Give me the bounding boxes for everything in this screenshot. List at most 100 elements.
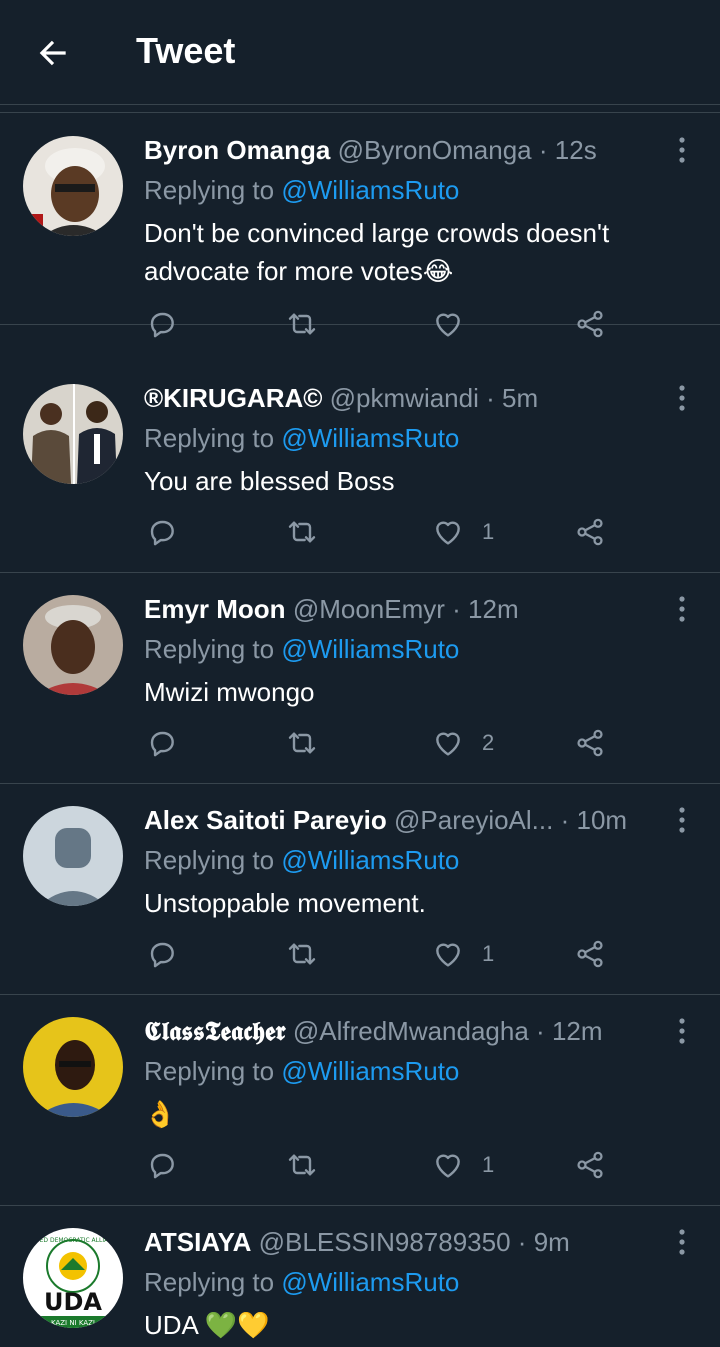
reply-icon (150, 731, 174, 757)
like-button[interactable]: 2 (432, 723, 494, 763)
timestamp[interactable]: 12m (468, 594, 519, 624)
replying-to-label: Replying to (144, 1267, 275, 1297)
more-vertical-icon[interactable] (670, 134, 694, 166)
author-name[interactable]: ®KIRUGARA© (144, 383, 322, 413)
share-icon (577, 1151, 603, 1179)
reply-tweet[interactable]: Emyr Moon @MoonEmyr · 12m Replying to @W… (0, 573, 720, 784)
share-button[interactable] (574, 304, 606, 344)
author-handle[interactable]: @pkmwiandi (330, 383, 479, 413)
retweet-icon (288, 1154, 316, 1176)
replying-to-handle[interactable]: @WilliamsRuto (281, 175, 459, 205)
timestamp[interactable]: 10m (576, 805, 627, 835)
share-button[interactable] (574, 723, 606, 763)
author-name[interactable]: Emyr Moon (144, 594, 286, 624)
share-button[interactable] (574, 934, 606, 974)
replying-to: Replying to @WilliamsRuto (144, 172, 459, 208)
tweet-header: 𝕮𝖑𝖆𝖘𝖘𝕿𝖊𝖆𝖈𝖍𝖊𝖗 @AlfredMwandagha · 12m (144, 1013, 664, 1049)
author-name[interactable]: Alex Saitoti Pareyio (144, 805, 387, 835)
replying-to: Replying to @WilliamsRuto (144, 842, 459, 878)
author-handle[interactable]: @ByronOmanga (338, 135, 532, 165)
heart-icon (436, 521, 460, 545)
more-vertical-icon[interactable] (670, 1015, 694, 1047)
separator-dot: · (486, 383, 495, 413)
share-button[interactable] (574, 1145, 606, 1185)
retweet-icon (288, 943, 316, 965)
like-button[interactable]: 1 (432, 1145, 494, 1185)
avatar[interactable] (23, 136, 123, 236)
retweet-button[interactable] (286, 934, 318, 974)
retweet-button[interactable] (286, 723, 318, 763)
like-button[interactable] (432, 304, 482, 344)
heart-icon (436, 943, 460, 967)
reply-tweet[interactable]: Alex Saitoti Pareyio @PareyioAl... · 10m… (0, 784, 720, 995)
replying-to-handle[interactable]: @WilliamsRuto (281, 1267, 459, 1297)
author-name[interactable]: ATSIAYA (144, 1227, 251, 1257)
tweet-text: Unstoppable movement. (144, 888, 426, 918)
replying-to-label: Replying to (144, 1056, 275, 1086)
reply-button[interactable] (146, 304, 178, 344)
avatar[interactable] (23, 384, 123, 484)
author-handle[interactable]: @MoonEmyr (293, 594, 445, 624)
tweet-header: Alex Saitoti Pareyio @PareyioAl... · 10m (144, 802, 664, 838)
avatar[interactable] (23, 595, 123, 695)
more-vertical-icon[interactable] (670, 593, 694, 625)
replying-to: Replying to @WilliamsRuto (144, 631, 459, 667)
replying-to-handle[interactable]: @WilliamsRuto (281, 845, 459, 875)
reply-tweet[interactable]: 𝕮𝖑𝖆𝖘𝖘𝕿𝖊𝖆𝖈𝖍𝖊𝖗 @AlfredMwandagha · 12m Repl… (0, 995, 720, 1206)
tweet-text: Don't be convinced large crowds doesn't … (144, 218, 610, 286)
heart-icon (436, 1154, 460, 1178)
reply-button[interactable] (146, 512, 178, 552)
arrow-left-icon[interactable] (34, 34, 72, 72)
more-vertical-icon[interactable] (670, 382, 694, 414)
separator-dot: · (560, 805, 570, 835)
share-button[interactable] (574, 512, 606, 552)
reply-tweet[interactable]: Byron Omanga @ByronOmanga · 12s Replying… (0, 114, 720, 338)
avatar[interactable] (23, 1017, 123, 1117)
reply-button[interactable] (146, 934, 178, 974)
like-button[interactable]: 1 (432, 934, 494, 974)
avatar[interactable] (23, 806, 123, 906)
reply-icon (150, 312, 174, 338)
logo-text: UDA (44, 1288, 102, 1316)
logo-bottom-text: KAZI NI KAZI (51, 1319, 95, 1327)
author-name[interactable]: Byron Omanga (144, 135, 330, 165)
more-vertical-icon[interactable] (670, 1226, 694, 1258)
replying-to-handle[interactable]: @WilliamsRuto (281, 634, 459, 664)
tweet-text: UDA 💚💛 (144, 1310, 270, 1340)
logo-top-text: UNITED DEMOCRATIC ALLIANCE (25, 1237, 121, 1244)
tweet-header: Emyr Moon @MoonEmyr · 12m (144, 591, 664, 627)
timestamp[interactable]: 12s (555, 135, 597, 165)
tweet-actions (144, 304, 624, 344)
like-button[interactable]: 1 (432, 512, 494, 552)
reply-icon (150, 942, 174, 968)
top-bar: Tweet (0, 0, 720, 105)
tweet-header: ®KIRUGARA© @pkmwiandi · 5m (144, 380, 664, 416)
replying-to-label: Replying to (144, 845, 275, 875)
retweet-button[interactable] (286, 512, 318, 552)
avatar[interactable]: UNITED DEMOCRATIC ALLIANCE UDA KAZI NI K… (23, 1228, 123, 1328)
retweet-icon (288, 521, 316, 543)
author-name[interactable]: 𝕮𝖑𝖆𝖘𝖘𝕿𝖊𝖆𝖈𝖍𝖊𝖗 (144, 1016, 286, 1046)
timestamp[interactable]: 9m (534, 1227, 570, 1257)
reply-button[interactable] (146, 723, 178, 763)
replying-to-handle[interactable]: @WilliamsRuto (281, 1056, 459, 1086)
retweet-button[interactable] (286, 304, 318, 344)
tweet-header: ATSIAYA @BLESSIN98789350 · 9m (144, 1224, 664, 1260)
replying-to: Replying to @WilliamsRuto (144, 1264, 459, 1300)
timestamp[interactable]: 5m (502, 383, 538, 413)
tweet-actions: 1 (144, 512, 624, 552)
author-handle[interactable]: @BLESSIN98789350 (259, 1227, 511, 1257)
retweet-button[interactable] (286, 1145, 318, 1185)
author-handle[interactable]: @PareyioAl... (394, 805, 553, 835)
replying-to-label: Replying to (144, 423, 275, 453)
replying-to: Replying to @WilliamsRuto (144, 1053, 459, 1089)
separator-dot: · (517, 1227, 527, 1257)
timestamp[interactable]: 12m (552, 1016, 603, 1046)
replying-to-handle[interactable]: @WilliamsRuto (281, 423, 459, 453)
reply-icon (150, 520, 174, 546)
reply-tweet[interactable]: ®KIRUGARA© @pkmwiandi · 5m Replying to @… (0, 362, 720, 573)
reply-tweet[interactable]: UNITED DEMOCRATIC ALLIANCE UDA KAZI NI K… (0, 1206, 720, 1347)
author-handle[interactable]: @AlfredMwandagha (293, 1016, 529, 1046)
reply-button[interactable] (146, 1145, 178, 1185)
more-vertical-icon[interactable] (670, 804, 694, 836)
